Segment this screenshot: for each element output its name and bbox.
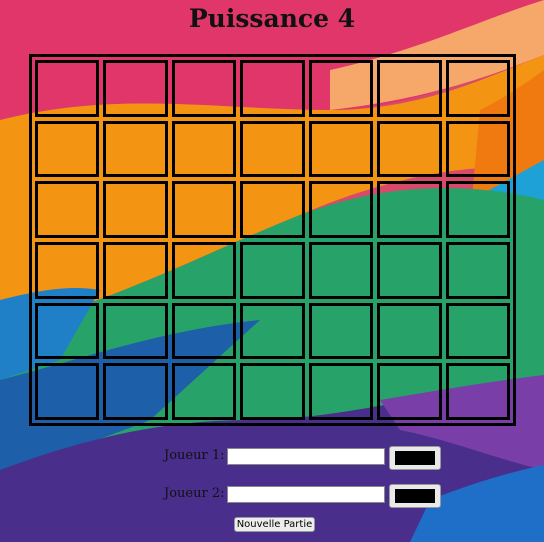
board-cell[interactable] <box>35 60 100 117</box>
board-cell[interactable] <box>103 363 168 420</box>
board-cell[interactable] <box>445 363 510 420</box>
board-cell[interactable] <box>308 302 374 360</box>
board-cell[interactable] <box>308 60 374 117</box>
board-cell[interactable] <box>240 302 305 360</box>
board-cell[interactable] <box>240 242 305 299</box>
player2-name-input[interactable] <box>227 486 385 503</box>
player1-color-swatch <box>395 451 435 465</box>
board-cell[interactable] <box>308 242 374 299</box>
player1-row: Joueur 1: <box>0 446 544 470</box>
player2-label: Joueur 2: <box>164 486 225 501</box>
board-cell[interactable] <box>308 363 374 420</box>
player1-name-input[interactable] <box>227 448 385 465</box>
board-cell[interactable] <box>171 60 237 117</box>
board-cell[interactable] <box>35 363 100 420</box>
board-cell[interactable] <box>308 181 374 238</box>
board-cell[interactable] <box>445 302 510 360</box>
board-cell[interactable] <box>35 120 100 178</box>
board-cell[interactable] <box>240 60 305 117</box>
board-cell[interactable] <box>171 363 237 420</box>
player2-color-picker[interactable] <box>389 484 441 508</box>
board-cell[interactable] <box>171 181 237 238</box>
board-cell[interactable] <box>240 363 305 420</box>
board-cell[interactable] <box>103 302 168 360</box>
board-cell[interactable] <box>240 120 305 178</box>
board-cell[interactable] <box>377 120 442 178</box>
board-cell[interactable] <box>103 242 168 299</box>
board-cell[interactable] <box>377 181 442 238</box>
game-board[interactable] <box>29 54 516 426</box>
board-cell[interactable] <box>240 181 305 238</box>
board-cell[interactable] <box>445 120 510 178</box>
board-cell[interactable] <box>377 242 442 299</box>
board-cell[interactable] <box>445 242 510 299</box>
board-cell[interactable] <box>35 242 100 299</box>
board-cell[interactable] <box>171 120 237 178</box>
page-title: Puissance 4 <box>188 4 356 33</box>
board-cell[interactable] <box>103 181 168 238</box>
board-cell[interactable] <box>171 302 237 360</box>
board-cell[interactable] <box>445 60 510 117</box>
board-cell[interactable] <box>377 60 442 117</box>
board-cell[interactable] <box>35 302 100 360</box>
player2-row: Joueur 2: <box>0 484 544 508</box>
player2-color-swatch <box>395 489 435 503</box>
board-cell[interactable] <box>103 120 168 178</box>
board-cell[interactable] <box>103 60 168 117</box>
board-cell[interactable] <box>377 302 442 360</box>
player1-label: Joueur 1: <box>164 448 225 463</box>
board-cell[interactable] <box>308 120 374 178</box>
new-game-button[interactable]: Nouvelle Partie <box>234 517 315 532</box>
board-cell[interactable] <box>377 363 442 420</box>
board-cell[interactable] <box>171 242 237 299</box>
board-cell[interactable] <box>35 181 100 238</box>
board-cell[interactable] <box>445 181 510 238</box>
player1-color-picker[interactable] <box>389 446 441 470</box>
